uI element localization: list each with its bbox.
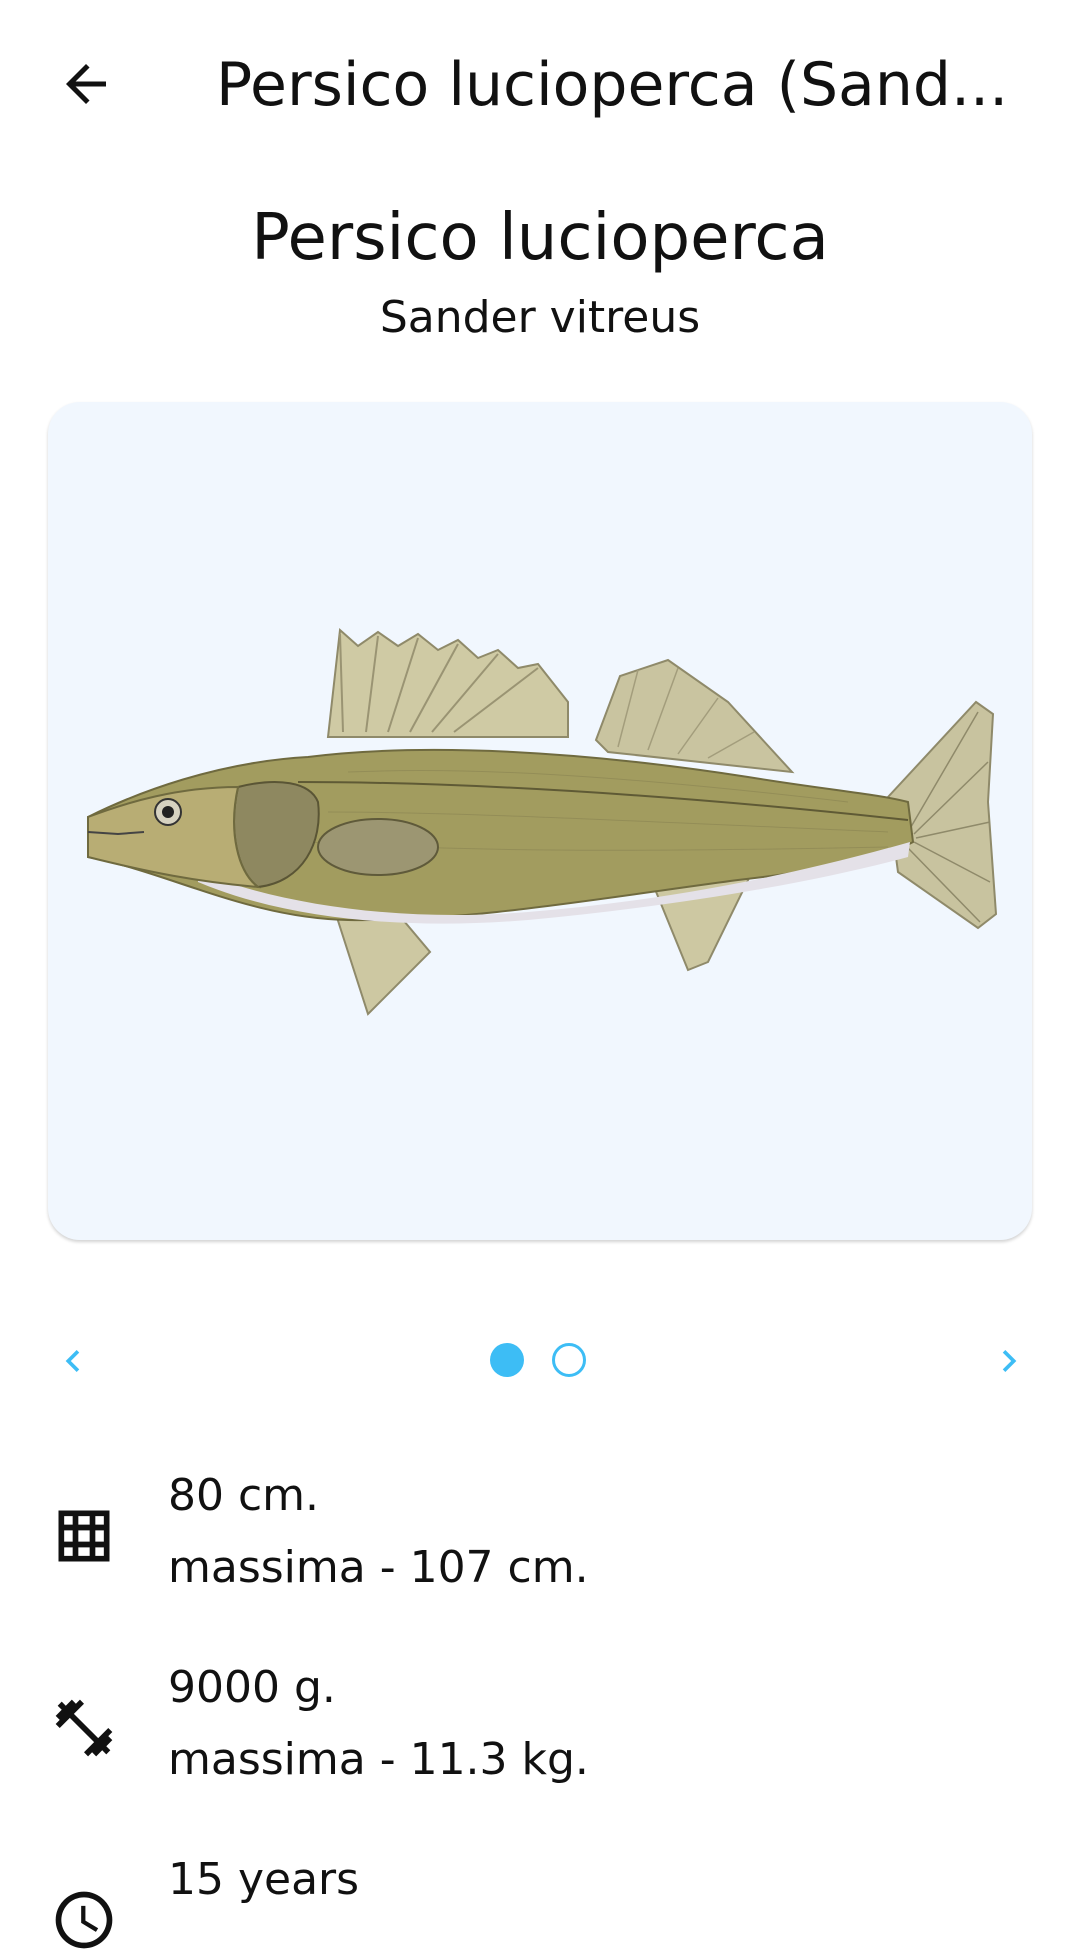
arrow-left-icon	[66, 64, 106, 104]
weight-value: 9000 g.	[168, 1662, 336, 1713]
chevron-right-icon	[1002, 1350, 1017, 1372]
species-image-card[interactable]	[48, 402, 1032, 1240]
dumbbell-icon	[55, 1699, 113, 1757]
age-value: 15 years	[168, 1854, 360, 1905]
species-latin-name: Sander vitreus	[379, 292, 701, 343]
carousel-prev-button[interactable]	[38, 1326, 108, 1396]
fish-illustration	[87, 627, 998, 1016]
species-common-name: Persico lucioperca	[251, 201, 829, 275]
carousel-page-indicator	[490, 1343, 590, 1381]
page-dot-active[interactable]	[490, 1343, 524, 1377]
weight-max: massima - 11.3 kg.	[168, 1734, 589, 1785]
carousel-next-button[interactable]	[974, 1326, 1044, 1396]
age-row: 15 years	[0, 1850, 1080, 1949]
page-dot-inactive[interactable]	[552, 1343, 586, 1377]
app-bar: Persico lucioperca (Sand...	[0, 0, 1080, 170]
grid-icon	[58, 1510, 110, 1562]
chevron-left-icon	[65, 1350, 80, 1372]
length-max: massima - 107 cm.	[168, 1542, 589, 1593]
back-button[interactable]	[34, 32, 138, 136]
length-value: 80 cm.	[168, 1470, 320, 1521]
clock-icon	[55, 1891, 113, 1949]
weight-row: 9000 g. massima - 11.3 kg.	[0, 1658, 1080, 1798]
app-bar-title: Persico lucioperca (Sand...	[216, 50, 1009, 120]
length-row: 80 cm. massima - 107 cm.	[0, 1466, 1080, 1606]
